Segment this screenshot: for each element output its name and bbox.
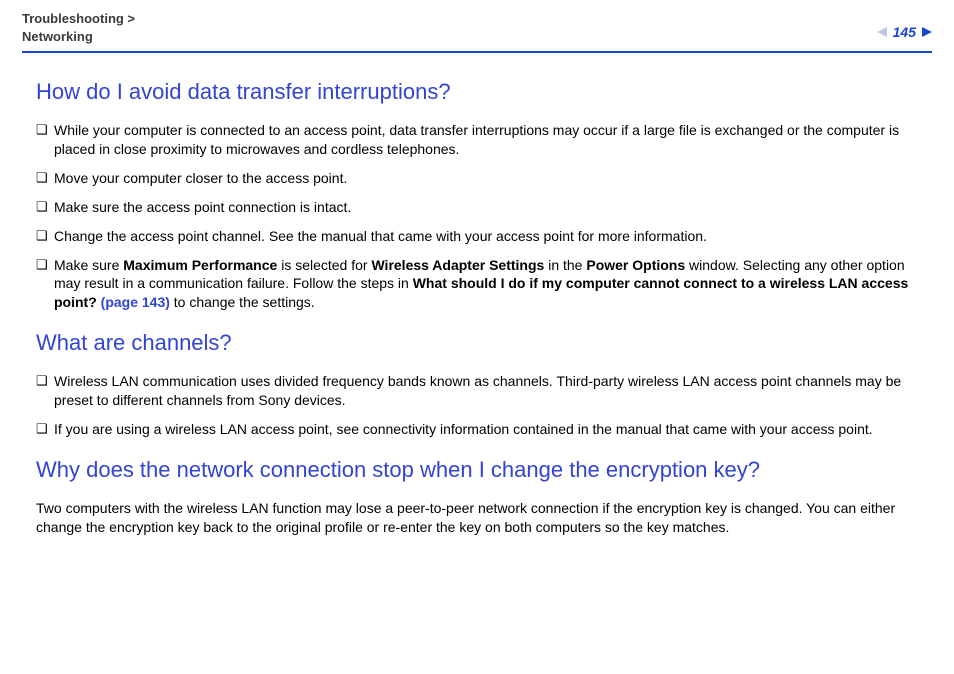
list-item: ❑ Change the access point channel. See t… [36, 227, 918, 246]
bullet-text: Make sure the access point connection is… [54, 198, 918, 217]
list-item: ❑ Wireless LAN communication uses divide… [36, 372, 918, 410]
text-run: in the [544, 257, 586, 273]
section-heading: How do I avoid data transfer interruptio… [36, 79, 918, 105]
list-item: ❑ Move your computer closer to the acces… [36, 169, 918, 188]
page-nav: 145 [877, 24, 932, 40]
bullet-text: While your computer is connected to an a… [54, 121, 918, 159]
bullet-icon: ❑ [36, 170, 54, 186]
list-item: ❑ If you are using a wireless LAN access… [36, 420, 918, 439]
body-paragraph: Two computers with the wireless LAN func… [36, 499, 918, 537]
bullet-list: ❑ While your computer is connected to an… [36, 121, 918, 312]
bullet-text: Wireless LAN communication uses divided … [54, 372, 918, 410]
list-item: ❑ Make sure Maximum Performance is selec… [36, 256, 918, 313]
bullet-list: ❑ Wireless LAN communication uses divide… [36, 372, 918, 439]
bold-text: Wireless Adapter Settings [371, 257, 544, 273]
bullet-text: Make sure Maximum Performance is selecte… [54, 256, 918, 313]
prev-page-arrow-icon[interactable] [877, 27, 887, 37]
bullet-text: Move your computer closer to the access … [54, 169, 918, 188]
section-heading: Why does the network connection stop whe… [36, 457, 918, 483]
bullet-text: If you are using a wireless LAN access p… [54, 420, 918, 439]
bullet-icon: ❑ [36, 373, 54, 389]
header-rule [22, 51, 932, 53]
section-heading: What are channels? [36, 330, 918, 356]
list-item: ❑ Make sure the access point connection … [36, 198, 918, 217]
page-number: 145 [893, 24, 916, 40]
bullet-icon: ❑ [36, 199, 54, 215]
bullet-icon: ❑ [36, 421, 54, 437]
page-header: Troubleshooting > Networking 145 [22, 10, 932, 51]
breadcrumb-line-1: Troubleshooting > [22, 10, 135, 28]
breadcrumb-line-2: Networking [22, 28, 135, 46]
bold-text: Power Options [586, 257, 685, 273]
bold-text: Maximum Performance [123, 257, 277, 273]
bullet-icon: ❑ [36, 257, 54, 273]
bullet-text: Change the access point channel. See the… [54, 227, 918, 246]
text-run: to change the settings. [170, 294, 315, 310]
breadcrumb: Troubleshooting > Networking [22, 10, 135, 45]
bullet-icon: ❑ [36, 122, 54, 138]
list-item: ❑ While your computer is connected to an… [36, 121, 918, 159]
next-page-arrow-icon[interactable] [922, 27, 932, 37]
page-reference-link[interactable]: (page 143) [101, 294, 170, 310]
content-area: How do I avoid data transfer interruptio… [22, 79, 932, 537]
bullet-icon: ❑ [36, 228, 54, 244]
text-run: is selected for [277, 257, 371, 273]
text-run: Make sure [54, 257, 123, 273]
page-root: Troubleshooting > Networking 145 How do … [0, 0, 954, 674]
